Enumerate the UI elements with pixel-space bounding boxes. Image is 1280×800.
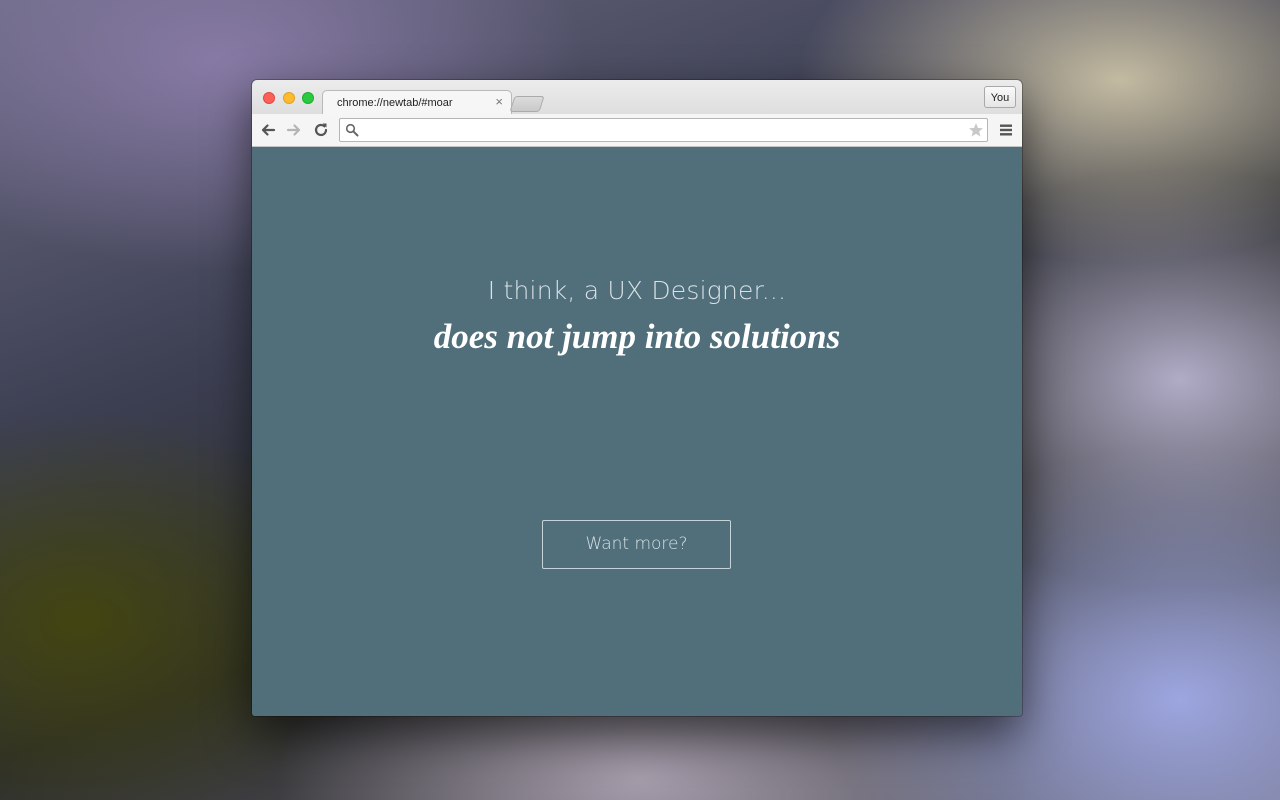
reload-icon[interactable] (312, 121, 330, 139)
page-content: I think, a UX Designer... does not jump … (252, 147, 1022, 716)
hamburger-menu-icon[interactable] (997, 121, 1015, 139)
active-tab[interactable]: chrome://newtab/#moar × (322, 90, 512, 115)
address-bar[interactable] (339, 118, 988, 142)
tab-title: chrome://newtab/#moar (337, 97, 453, 109)
profile-button[interactable]: You (984, 86, 1016, 108)
minimize-window-button[interactable] (283, 92, 295, 104)
browser-titlebar: chrome://newtab/#moar × You (252, 80, 1022, 115)
address-input[interactable] (362, 121, 962, 139)
page-headline: does not jump into solutions (433, 317, 841, 356)
maximize-window-button[interactable] (302, 92, 314, 104)
tab-close-icon[interactable]: × (495, 94, 503, 109)
want-more-button[interactable]: Want more? (542, 520, 731, 569)
browser-window: chrome://newtab/#moar × You I think, a U… (252, 80, 1022, 716)
new-tab-button[interactable] (509, 96, 545, 112)
forward-arrow-icon[interactable] (285, 121, 303, 139)
bookmark-star-icon[interactable] (968, 122, 984, 138)
browser-toolbar (252, 114, 1022, 147)
back-arrow-icon[interactable] (259, 121, 277, 139)
lead-text: I think, a UX Designer... (487, 276, 787, 305)
close-window-button[interactable] (263, 92, 275, 104)
search-icon (345, 123, 359, 137)
